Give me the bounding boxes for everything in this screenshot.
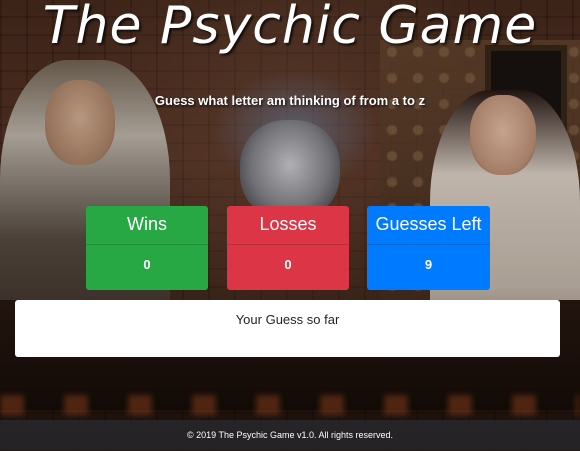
losses-card: Losses 0 [227, 206, 349, 290]
page-title: The Psychic Game [42, 0, 538, 56]
wins-label: Wins [86, 206, 208, 245]
page-subtitle: Guess what letter am thinking of from a … [154, 93, 426, 108]
losses-value: 0 [284, 257, 292, 272]
your-guess-panel: Your Guess so far [15, 300, 560, 357]
wins-value: 0 [143, 257, 151, 272]
footer-copyright: © 2019 The Psychic Game v1.0. All rights… [186, 430, 394, 440]
losses-label: Losses [227, 206, 349, 245]
page-content: The Psychic Game Guess what letter am th… [0, 0, 580, 450]
guesses-left-value: 9 [424, 257, 433, 272]
your-guess-label: Your Guess so far [235, 312, 340, 327]
guesses-left-label: Guesses Left [367, 206, 490, 245]
guesses-left-card: Guesses Left 9 [367, 206, 490, 290]
footer: © 2019 The Psychic Game v1.0. All rights… [0, 420, 580, 450]
wins-card: Wins 0 [86, 206, 208, 290]
